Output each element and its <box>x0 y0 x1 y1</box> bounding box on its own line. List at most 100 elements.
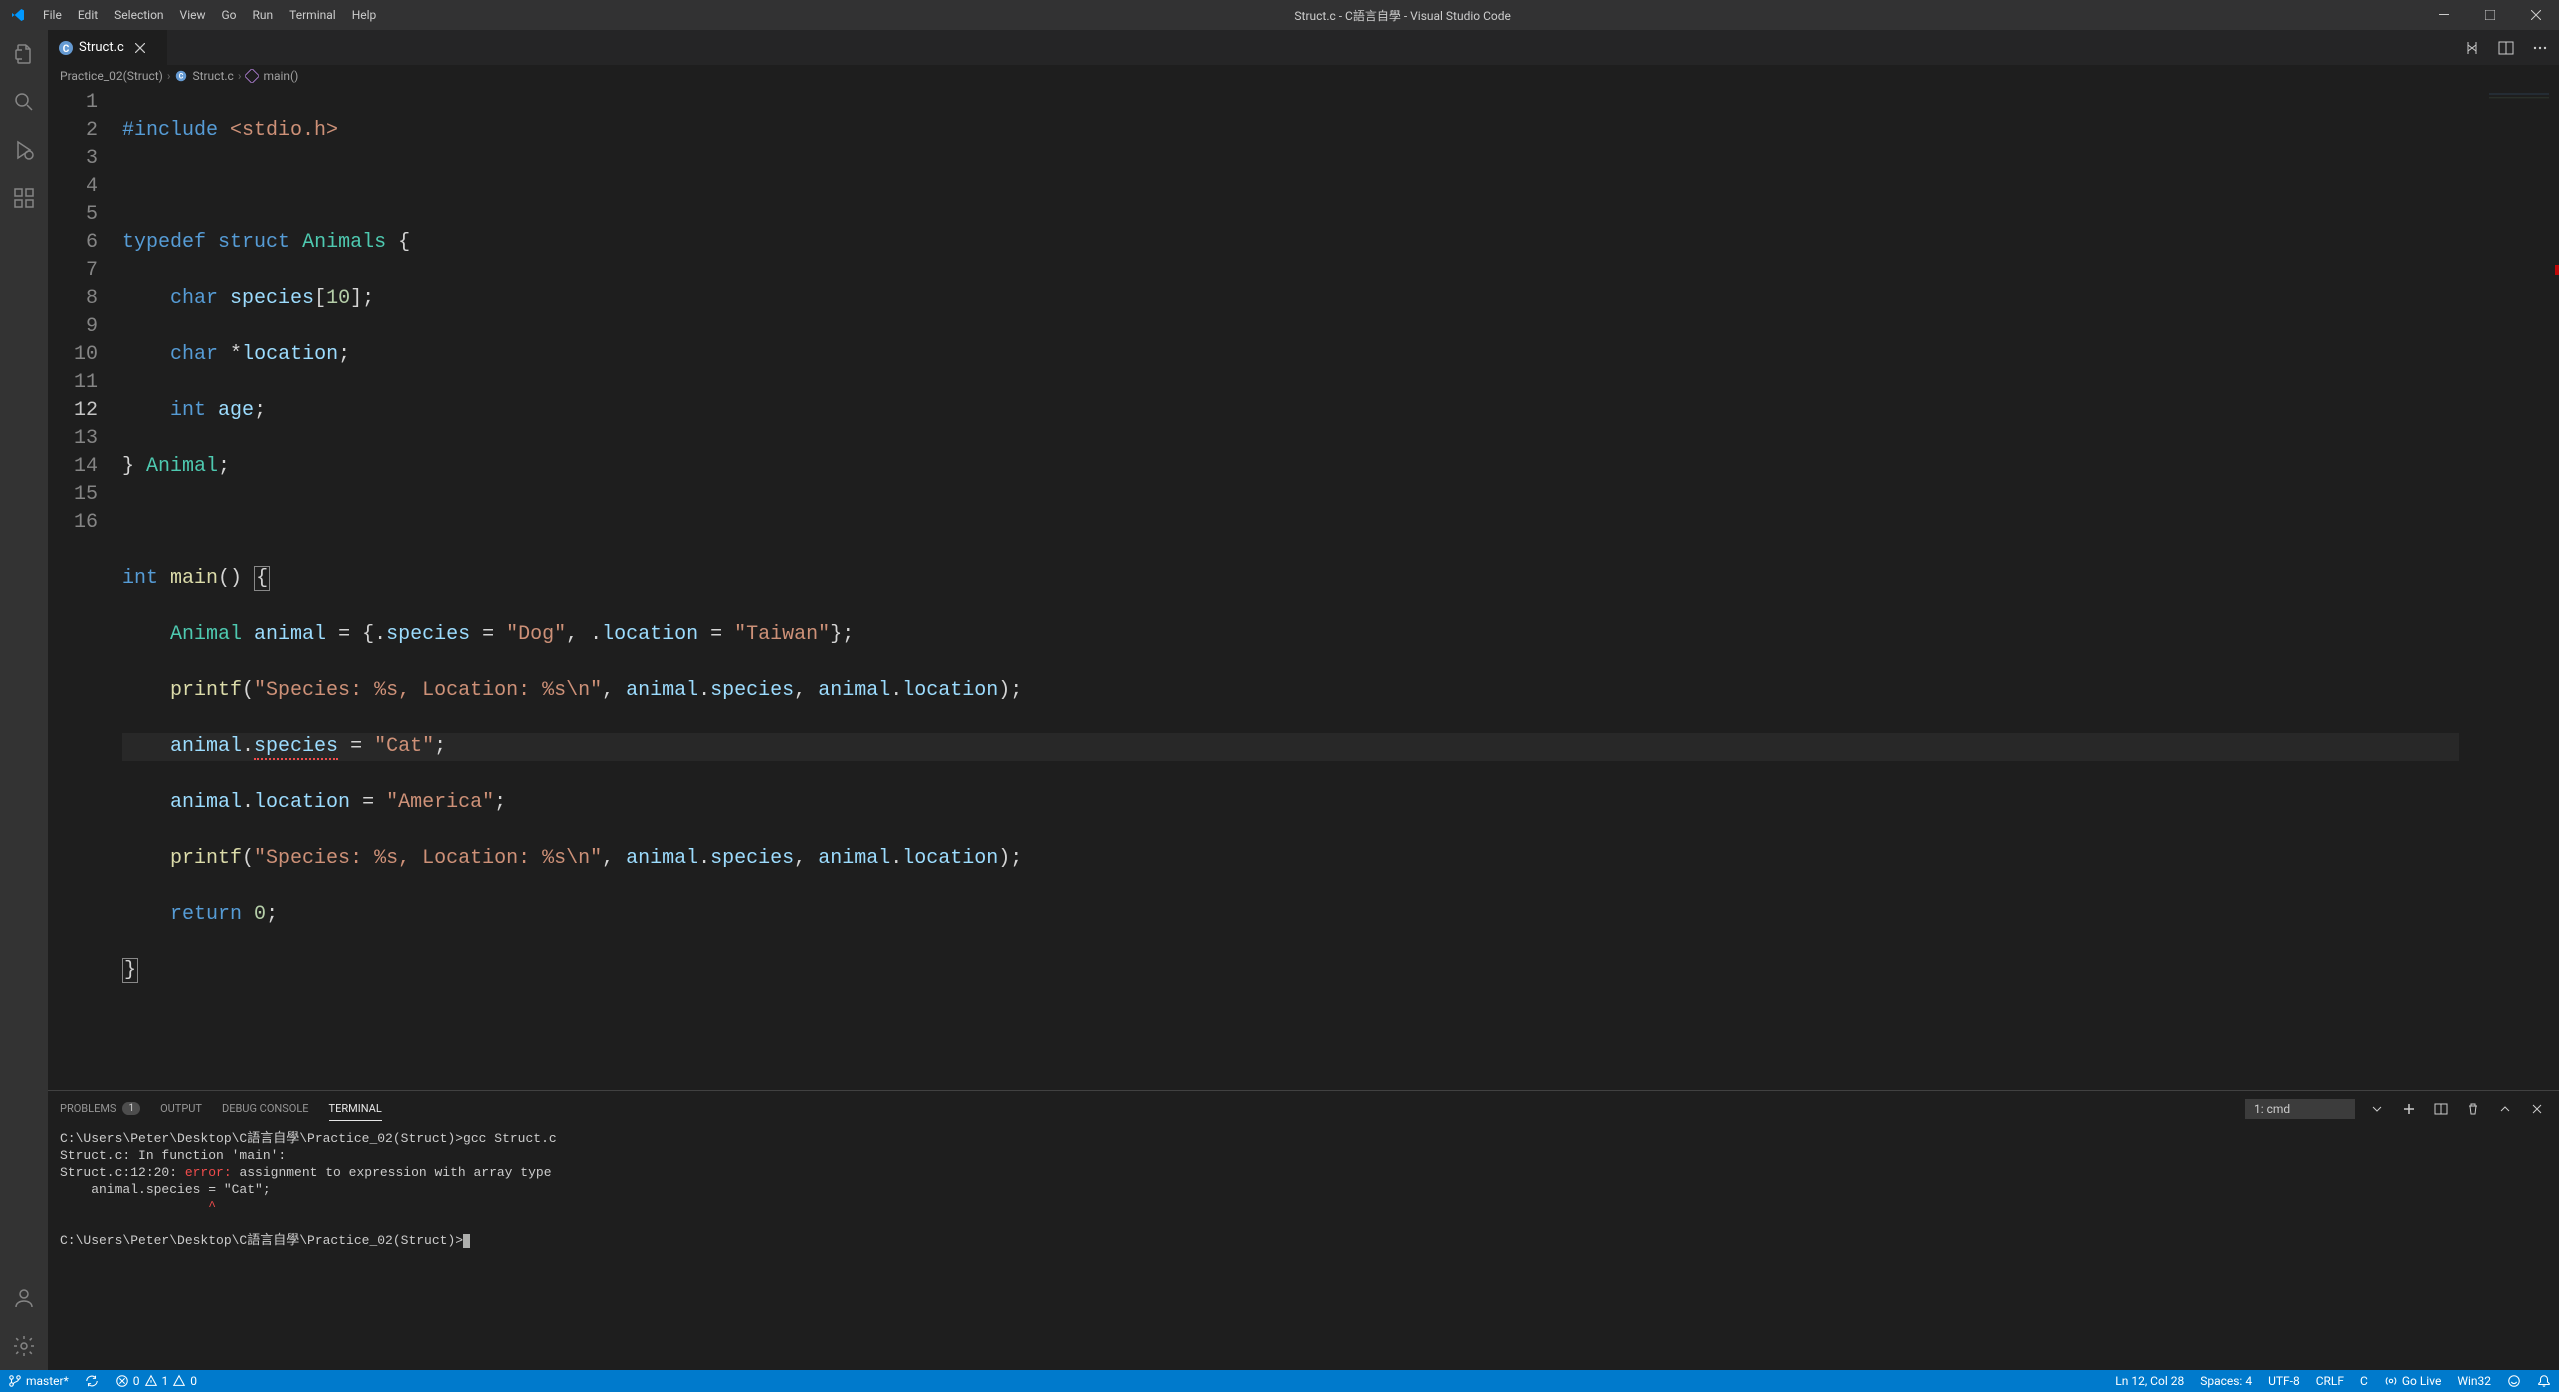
status-problems[interactable]: 0 1 0 <box>107 1370 205 1392</box>
close-button[interactable] <box>2513 0 2559 30</box>
menu-edit[interactable]: Edit <box>70 0 106 30</box>
line-number: 5 <box>48 201 118 229</box>
sync-icon <box>85 1374 99 1388</box>
git-branch-icon <box>8 1374 22 1388</box>
method-icon <box>245 69 259 83</box>
svg-text:C: C <box>179 73 184 81</box>
editor-area: C Struct.c Practice_02(Struct) › C Struc… <box>48 30 2559 1370</box>
minimap-preview <box>2489 93 2549 123</box>
breadcrumb-sep: › <box>167 69 171 83</box>
maximize-button[interactable] <box>2467 0 2513 30</box>
status-platform[interactable]: Win32 <box>2449 1370 2499 1392</box>
terminal-cursor <box>463 1234 470 1248</box>
tab-close-icon[interactable] <box>132 40 148 56</box>
tab-struct-c[interactable]: C Struct.c <box>48 30 168 65</box>
broadcast-icon <box>2384 1374 2398 1388</box>
line-number: 1 <box>48 89 118 117</box>
line-number: 15 <box>48 481 118 509</box>
vscode-logo-icon <box>0 7 35 23</box>
breadcrumb-file[interactable]: C Struct.c <box>174 69 233 83</box>
chevron-down-icon[interactable] <box>2367 1099 2387 1119</box>
line-number: 8 <box>48 285 118 313</box>
menu-terminal[interactable]: Terminal <box>281 0 344 30</box>
breadcrumbs: Practice_02(Struct) › C Struct.c › main(… <box>48 65 2559 87</box>
status-cursor-position[interactable]: Ln 12, Col 28 <box>2107 1370 2192 1392</box>
status-language[interactable]: C <box>2352 1370 2376 1392</box>
accounts-icon[interactable] <box>0 1274 48 1322</box>
split-editor-icon[interactable] <box>2495 37 2517 59</box>
status-feedback[interactable] <box>2499 1370 2529 1392</box>
svg-text:C: C <box>63 44 70 55</box>
status-branch[interactable]: master* <box>0 1370 77 1392</box>
menu-run[interactable]: Run <box>245 0 282 30</box>
close-panel-icon[interactable] <box>2527 1099 2547 1119</box>
panel-tab-problems[interactable]: PROBLEMS 1 <box>60 1097 140 1120</box>
line-number-gutter: 1 2 3 4 5 6 7 8 9 10 11 12 13 14 15 16 <box>48 87 118 1090</box>
line-number: 10 <box>48 341 118 369</box>
editor-body[interactable]: 1 2 3 4 5 6 7 8 9 10 11 12 13 14 15 16 #… <box>48 87 2559 1090</box>
line-number: 12 <box>48 397 118 425</box>
line-number: 13 <box>48 425 118 453</box>
minimap-error-marker <box>2555 265 2559 275</box>
line-number: 11 <box>48 369 118 397</box>
panel-tab-terminal[interactable]: TERMINAL <box>329 1097 382 1121</box>
minimize-button[interactable] <box>2421 0 2467 30</box>
breadcrumb-folder[interactable]: Practice_02(Struct) <box>60 69 163 83</box>
menu-file[interactable]: File <box>35 0 70 30</box>
menu-view[interactable]: View <box>172 0 214 30</box>
more-actions-icon[interactable] <box>2529 37 2551 59</box>
code-content[interactable]: #include <stdio.h> typedef struct Animal… <box>118 87 2459 1090</box>
problems-count-badge: 1 <box>122 1102 140 1115</box>
warning-icon <box>144 1374 158 1388</box>
status-sync[interactable] <box>77 1370 107 1392</box>
panel: PROBLEMS 1 OUTPUT DEBUG CONSOLE TERMINAL… <box>48 1090 2559 1370</box>
line-number: 16 <box>48 509 118 537</box>
breadcrumb-symbol[interactable]: main() <box>245 69 298 83</box>
panel-tabbar: PROBLEMS 1 OUTPUT DEBUG CONSOLE TERMINAL… <box>48 1091 2559 1126</box>
terminal-selector[interactable]: 1: cmd <box>2245 1099 2355 1119</box>
titlebar: File Edit Selection View Go Run Terminal… <box>0 0 2559 30</box>
menubar: File Edit Selection View Go Run Terminal… <box>35 0 384 30</box>
extensions-icon[interactable] <box>0 174 48 222</box>
kill-terminal-icon[interactable] <box>2463 1099 2483 1119</box>
activitybar <box>0 30 48 1370</box>
search-icon[interactable] <box>0 78 48 126</box>
line-number: 3 <box>48 145 118 173</box>
maximize-panel-icon[interactable] <box>2495 1099 2515 1119</box>
run-debug-icon[interactable] <box>0 126 48 174</box>
c-file-icon: C <box>58 40 74 56</box>
tabbar: C Struct.c <box>48 30 2559 65</box>
menu-go[interactable]: Go <box>214 0 245 30</box>
error-icon <box>115 1374 129 1388</box>
tab-label: Struct.c <box>79 40 124 55</box>
window-controls <box>2421 0 2559 30</box>
status-indentation[interactable]: Spaces: 4 <box>2192 1370 2260 1392</box>
line-number: 9 <box>48 313 118 341</box>
line-number: 7 <box>48 257 118 285</box>
line-number: 4 <box>48 173 118 201</box>
status-golive[interactable]: Go Live <box>2376 1370 2449 1392</box>
breadcrumb-sep: › <box>238 69 242 83</box>
line-number: 14 <box>48 453 118 481</box>
split-terminal-icon[interactable] <box>2431 1099 2451 1119</box>
info-icon <box>172 1374 186 1388</box>
status-notifications[interactable] <box>2529 1370 2559 1392</box>
bell-icon <box>2537 1374 2551 1388</box>
window-title: Struct.c - C語言自學 - Visual Studio Code <box>384 7 2421 24</box>
panel-tab-output[interactable]: OUTPUT <box>160 1097 202 1120</box>
terminal-body[interactable]: C:\Users\Peter\Desktop\C語言自學\Practice_02… <box>48 1126 2559 1370</box>
minimap[interactable] <box>2459 87 2559 1090</box>
explorer-icon[interactable] <box>0 30 48 78</box>
statusbar: master* 0 1 0 Ln 12, Col 28 Spaces: 4 UT… <box>0 1370 2559 1392</box>
menu-selection[interactable]: Selection <box>106 0 171 30</box>
panel-tab-debug-console[interactable]: DEBUG CONSOLE <box>222 1097 309 1120</box>
settings-gear-icon[interactable] <box>0 1322 48 1370</box>
c-file-icon: C <box>174 69 188 83</box>
line-number: 6 <box>48 229 118 257</box>
new-terminal-icon[interactable] <box>2399 1099 2419 1119</box>
status-eol[interactable]: CRLF <box>2308 1370 2352 1392</box>
compare-changes-icon[interactable] <box>2461 37 2483 59</box>
feedback-icon <box>2507 1374 2521 1388</box>
status-encoding[interactable]: UTF-8 <box>2260 1370 2308 1392</box>
menu-help[interactable]: Help <box>344 0 385 30</box>
